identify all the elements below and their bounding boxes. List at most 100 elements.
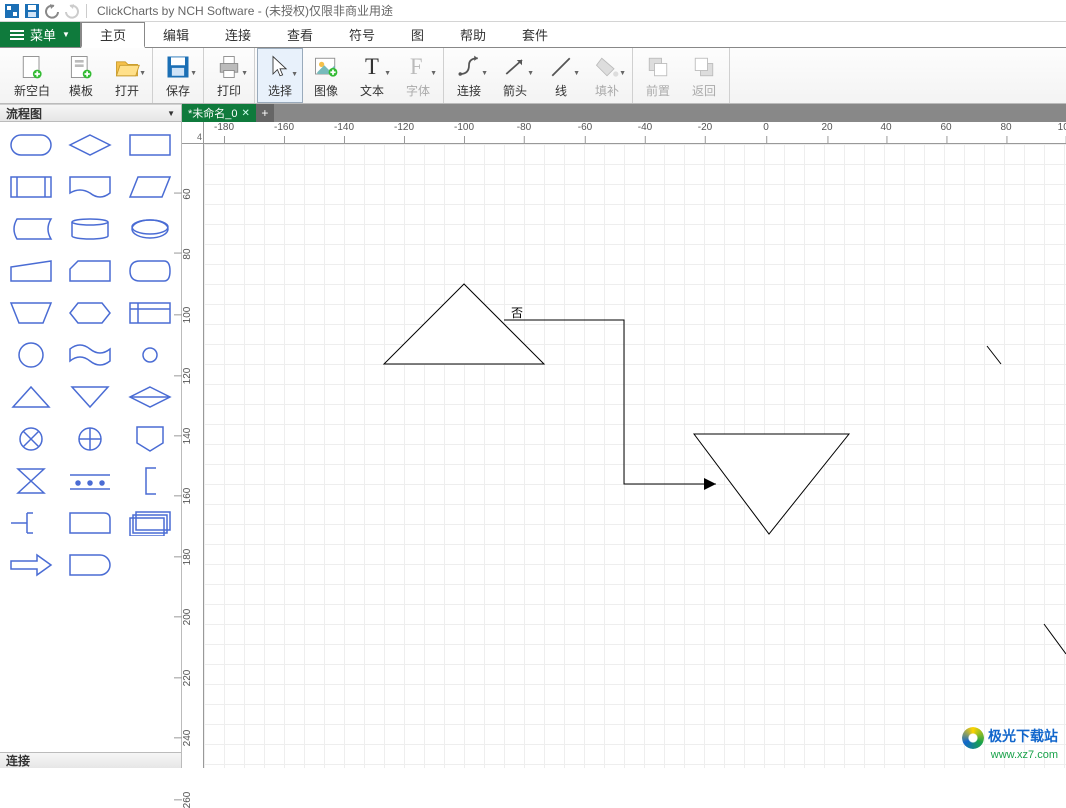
front-button[interactable]: 前置 bbox=[635, 48, 681, 103]
shape-display[interactable] bbox=[123, 254, 177, 288]
tab-help[interactable]: 帮助 bbox=[442, 22, 504, 47]
add-document-button[interactable]: + bbox=[256, 104, 274, 122]
shape-decision[interactable] bbox=[64, 128, 118, 162]
image-icon bbox=[312, 53, 340, 81]
shape-multidoc[interactable] bbox=[123, 506, 177, 540]
canvas-shapes bbox=[204, 144, 1066, 768]
shape-loop[interactable] bbox=[64, 296, 118, 330]
chevron-down-icon: ▼ bbox=[241, 70, 248, 77]
tab-suite[interactable]: 套件 bbox=[504, 22, 566, 47]
line-button[interactable]: 线 ▼ bbox=[538, 48, 584, 103]
arrow-icon bbox=[501, 53, 529, 81]
shape-internal-storage[interactable] bbox=[123, 296, 177, 330]
line-icon bbox=[547, 53, 575, 81]
text-button[interactable]: T 文本 ▼ bbox=[349, 48, 395, 103]
new-button[interactable]: 新空白 bbox=[6, 48, 58, 103]
svg-text:T: T bbox=[365, 54, 379, 79]
shape-data[interactable] bbox=[123, 170, 177, 204]
shape-or[interactable] bbox=[4, 422, 58, 456]
canvas-area: *未命名_0 ✕ + 4 -180-160-140-120-100-80-60-… bbox=[182, 104, 1066, 768]
shape-rounded2[interactable] bbox=[64, 548, 118, 582]
template-icon bbox=[67, 53, 95, 81]
menu-label: 菜单 bbox=[30, 25, 56, 44]
document-tab-label: *未命名_0 bbox=[188, 105, 238, 121]
shape-divider[interactable] bbox=[64, 464, 118, 498]
tab-symbol[interactable]: 符号 bbox=[331, 22, 393, 47]
ruler-corner: 4 bbox=[182, 122, 204, 144]
svg-text:F: F bbox=[410, 54, 423, 79]
shape-connector[interactable] bbox=[4, 338, 58, 372]
shape-disk[interactable] bbox=[123, 212, 177, 246]
chevron-down-icon: ▼ bbox=[291, 71, 298, 78]
separator bbox=[86, 4, 87, 18]
shape-document[interactable] bbox=[64, 170, 118, 204]
save-button[interactable]: 保存 ▼ bbox=[155, 48, 201, 103]
chevron-down-icon: ▼ bbox=[527, 70, 534, 77]
arrow-button[interactable]: 箭头 ▼ bbox=[492, 48, 538, 103]
connector-label-no: 否 bbox=[511, 304, 523, 321]
font-button[interactable]: F 字体 ▼ bbox=[395, 48, 441, 103]
shape-small-circle[interactable] bbox=[123, 338, 177, 372]
back-button[interactable]: 返回 bbox=[681, 48, 727, 103]
ruler-horizontal: -180-160-140-120-100-80-60-40-2002040608… bbox=[204, 122, 1066, 144]
image-button[interactable]: 图像 bbox=[303, 48, 349, 103]
shape-arrow-right[interactable] bbox=[4, 548, 58, 582]
shape-bracket[interactable] bbox=[123, 464, 177, 498]
select-button[interactable]: 选择 ▼ bbox=[257, 48, 303, 103]
tab-edit[interactable]: 编辑 bbox=[145, 22, 207, 47]
chevron-down-icon: ▼ bbox=[481, 70, 488, 77]
shape-sum[interactable] bbox=[64, 422, 118, 456]
tab-view[interactable]: 查看 bbox=[269, 22, 331, 47]
save-icon bbox=[164, 53, 192, 81]
shape-annotation[interactable] bbox=[4, 506, 58, 540]
text-icon: T bbox=[358, 53, 386, 81]
bring-front-icon bbox=[644, 53, 672, 81]
shape-terminator[interactable] bbox=[4, 128, 58, 162]
chevron-down-icon: ▼ bbox=[62, 30, 70, 39]
shape-collate[interactable] bbox=[4, 464, 58, 498]
shape-offpage[interactable] bbox=[123, 422, 177, 456]
document-tab[interactable]: *未命名_0 ✕ bbox=[182, 104, 256, 122]
shape-merge[interactable] bbox=[64, 380, 118, 414]
chevron-down-icon: ▼ bbox=[430, 70, 437, 77]
font-icon: F bbox=[404, 53, 432, 81]
shape-sort[interactable] bbox=[123, 380, 177, 414]
shape-card2[interactable] bbox=[64, 506, 118, 540]
connect-button[interactable]: 连接 ▼ bbox=[446, 48, 492, 103]
new-icon bbox=[18, 53, 46, 81]
shape-stored-data[interactable] bbox=[4, 212, 58, 246]
canvas[interactable]: 否 bbox=[204, 144, 1066, 768]
print-button[interactable]: 打印 ▼ bbox=[206, 48, 252, 103]
sidebar: 流程图 ▼ bbox=[0, 104, 182, 768]
cursor-icon bbox=[266, 53, 294, 81]
tab-home[interactable]: 主页 bbox=[81, 22, 145, 48]
chevron-down-icon: ▼ bbox=[573, 70, 580, 77]
panel-header-flowchart[interactable]: 流程图 ▼ bbox=[0, 104, 181, 122]
shape-process[interactable] bbox=[123, 128, 177, 162]
open-button[interactable]: 打开 ▼ bbox=[104, 48, 150, 103]
close-icon[interactable]: ✕ bbox=[242, 108, 250, 119]
save-icon[interactable] bbox=[24, 3, 40, 19]
shape-manual-op[interactable] bbox=[4, 296, 58, 330]
panel-header-label: 流程图 bbox=[6, 105, 42, 122]
ruler-vertical: 6080100120140160180200220240260 bbox=[182, 144, 204, 768]
chevron-down-icon: ▼ bbox=[384, 70, 391, 77]
panel-footer-connect[interactable]: 连接 bbox=[0, 752, 181, 768]
watermark-logo-icon bbox=[962, 727, 984, 749]
fill-button[interactable]: 填补 ▼ bbox=[584, 48, 630, 103]
menu-button[interactable]: 菜单 ▼ bbox=[0, 22, 81, 47]
tab-diagram[interactable]: 图 bbox=[393, 22, 442, 47]
shape-tape[interactable] bbox=[64, 338, 118, 372]
tab-connect[interactable]: 连接 bbox=[207, 22, 269, 47]
shape-database[interactable] bbox=[64, 212, 118, 246]
template-button[interactable]: 模板 bbox=[58, 48, 104, 103]
shape-card[interactable] bbox=[64, 254, 118, 288]
shape-predefined[interactable] bbox=[4, 170, 58, 204]
chevron-down-icon: ▼ bbox=[190, 70, 197, 77]
titlebar: ClickCharts by NCH Software - (未授权)仅限非商业… bbox=[0, 0, 1066, 22]
shape-manual-input[interactable] bbox=[4, 254, 58, 288]
hamburger-icon bbox=[10, 30, 24, 40]
chevron-down-icon: ▼ bbox=[167, 109, 175, 118]
shape-extract[interactable] bbox=[4, 380, 58, 414]
undo-icon[interactable] bbox=[44, 3, 60, 19]
